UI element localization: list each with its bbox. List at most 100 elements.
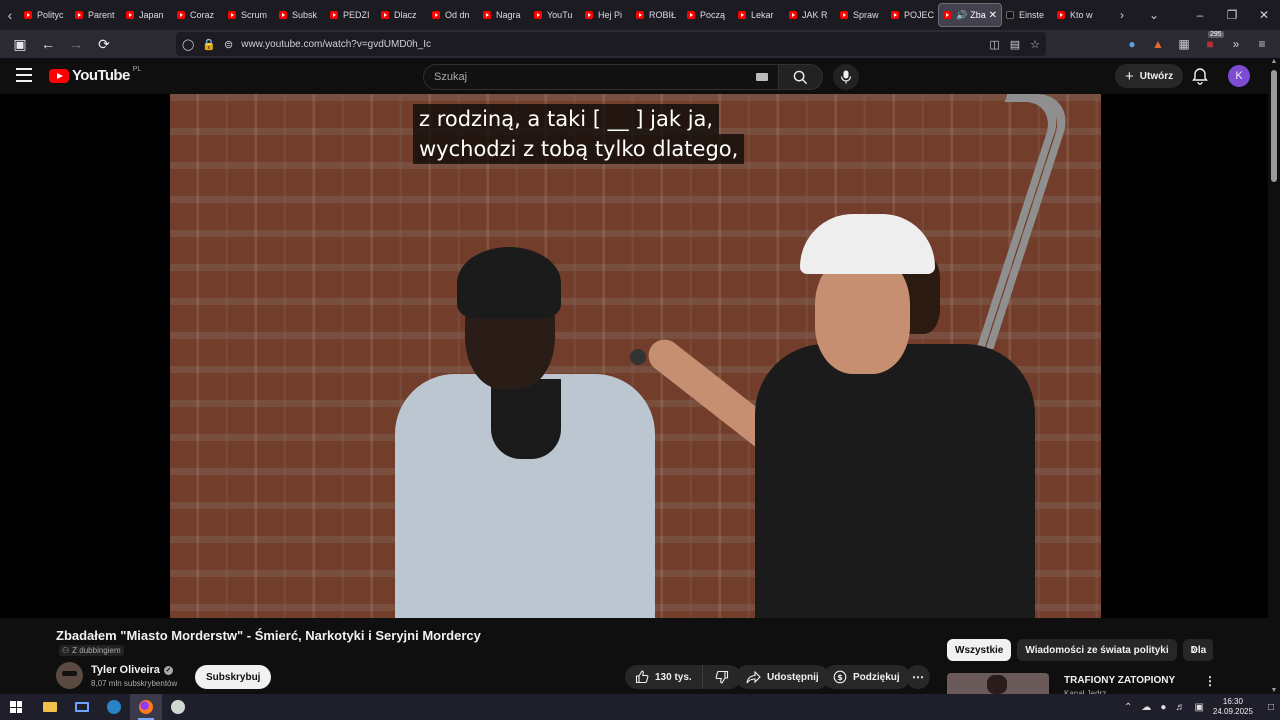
extensions-puzzle-icon[interactable]: ▦ — [1176, 37, 1192, 51]
browser-tab[interactable]: Parent — [71, 3, 122, 27]
taskbar-file-explorer[interactable] — [34, 694, 66, 720]
filter-chip[interactable]: Wszystkie — [947, 639, 1012, 661]
browser-tab[interactable]: YouTu — [530, 3, 581, 27]
search-box[interactable] — [423, 64, 779, 90]
browser-tab-active[interactable]: 🔊 Zba ✕ — [938, 3, 1002, 27]
browser-tab[interactable]: Od dn — [428, 3, 479, 27]
subscribe-button[interactable]: Subskrybuj — [195, 665, 272, 689]
filter-chip[interactable]: Dla — [1182, 639, 1213, 661]
back-button[interactable]: ← — [36, 32, 60, 56]
notifications-bell-icon[interactable] — [1191, 67, 1209, 85]
recommended-video-title[interactable]: TRAFIONY ZATOPIONY — [1064, 675, 1175, 686]
closed-captions[interactable]: z rodziną, a taki [ __ ] jak ja, wychodz… — [413, 104, 745, 164]
chips-next-arrow-icon[interactable]: › — [1192, 642, 1196, 656]
scrollbar-thumb[interactable] — [1271, 70, 1277, 182]
sidebar-toggle-icon[interactable]: ▣ — [8, 32, 32, 56]
browser-tab[interactable]: JAK R — [785, 3, 836, 27]
microphone-tray-icon[interactable]: ● — [1160, 702, 1166, 713]
browser-tab[interactable]: Polityc — [20, 3, 71, 27]
cloud-icon[interactable]: ☁ — [1141, 702, 1151, 713]
notifications-icon[interactable]: □ — [1268, 702, 1274, 713]
vpn-extension-icon[interactable]: ● — [1124, 37, 1140, 51]
browser-tab[interactable]: Japan — [122, 3, 173, 27]
browser-tab[interactable]: Spraw — [836, 3, 887, 27]
search-button[interactable] — [779, 64, 823, 90]
volume-icon[interactable]: ♬ — [1175, 702, 1185, 713]
video-frame[interactable]: z rodziną, a taki [ __ ] jak ja, wychodz… — [170, 94, 1101, 618]
app-menu-icon[interactable]: ≡ — [1254, 37, 1270, 51]
tab-list: Polityc Parent Japan Coraz Scrum Subsk PEDZI Dl… — [20, 0, 1106, 30]
browser-tab[interactable]: Subsk — [275, 3, 326, 27]
fox-extension-icon[interactable]: ▲ — [1150, 37, 1166, 51]
recommended-video-thumbnail[interactable] — [947, 673, 1049, 694]
url-text[interactable]: www.youtube.com/watch?v=gvdUMD0h_Ic — [241, 39, 431, 50]
channel-name[interactable]: Tyler Oliveira — [91, 664, 160, 676]
tab-scroll-left-button[interactable]: ‹ — [0, 0, 20, 30]
browser-tab[interactable]: ROBIŁ — [632, 3, 683, 27]
more-actions-button[interactable]: ⋯ — [906, 665, 930, 689]
guide-menu-icon[interactable] — [16, 68, 32, 82]
audio-playing-icon[interactable]: 🔊 — [956, 10, 967, 21]
browser-tab[interactable]: Lekar — [734, 3, 785, 27]
tray-overflow-chevron-icon[interactable]: ⌃ — [1124, 702, 1132, 713]
tab-label: Scrum — [241, 10, 268, 20]
permissions-icon[interactable]: ⊜ — [224, 38, 233, 51]
taskbar-remote-desktop[interactable] — [66, 694, 98, 720]
youtube-logo[interactable]: YouTube PL — [49, 66, 141, 84]
thanks-label: Podziękuj — [853, 671, 900, 683]
browser-tab[interactable]: Hej Pi — [581, 3, 632, 27]
steam-icon — [107, 700, 121, 714]
lock-icon[interactable]: 🔒 — [202, 38, 216, 51]
account-avatar[interactable]: K — [1228, 65, 1250, 87]
youtube-icon — [789, 11, 797, 19]
scroll-down-arrow-icon[interactable]: ▼ — [1270, 687, 1278, 694]
create-button[interactable]: + Utwórz — [1115, 64, 1184, 88]
thanks-button[interactable]: $ Podziękuj — [823, 665, 910, 689]
reload-button[interactable]: ⟳ — [92, 32, 116, 56]
filter-chip[interactable]: Wiadomości ze świata polityki — [1017, 639, 1177, 661]
browser-tab[interactable]: Scrum — [224, 3, 275, 27]
keyboard-icon[interactable] — [756, 73, 768, 81]
start-button[interactable] — [0, 694, 32, 720]
ublock-extension-icon[interactable]: ■ 295 — [1202, 31, 1224, 51]
tab-scroll-right-button[interactable]: › — [1106, 8, 1138, 22]
maximize-button[interactable]: ❐ — [1216, 8, 1248, 22]
tab-close-icon[interactable]: ✕ — [989, 10, 997, 21]
taskbar-firefox[interactable] — [130, 694, 162, 720]
picture-in-picture-icon[interactable]: ◫ — [989, 38, 999, 51]
page-scrollbar[interactable]: ▲ ▼ — [1268, 58, 1280, 694]
taskbar-steam[interactable] — [98, 694, 130, 720]
browser-tab[interactable]: Dlacz — [377, 3, 428, 27]
channel-avatar[interactable] — [56, 662, 83, 689]
search-input[interactable] — [434, 71, 756, 83]
browser-tab[interactable]: Kto w — [1053, 3, 1104, 27]
clock-time: 16:30 — [1222, 697, 1243, 706]
browser-tab[interactable]: Nagra — [479, 3, 530, 27]
youtube-icon — [943, 11, 951, 19]
overflow-chevron-icon[interactable]: » — [1228, 37, 1244, 51]
window-close-button[interactable]: ✕ — [1248, 8, 1280, 22]
share-button[interactable]: Udostępnij — [736, 665, 829, 689]
network-icon[interactable]: ▣ — [1194, 702, 1203, 713]
taskbar-clock[interactable]: 16:30 24.09.2025 — [1213, 697, 1253, 717]
bookmark-star-icon[interactable]: ☆ — [1030, 38, 1040, 51]
like-button[interactable]: 130 tys. — [625, 665, 703, 689]
browser-tab[interactable]: Coraz — [173, 3, 224, 27]
recommended-video-menu-icon[interactable]: ⋮ — [1204, 674, 1216, 688]
browser-tab[interactable]: PEDZI — [326, 3, 377, 27]
scroll-up-arrow-icon[interactable]: ▲ — [1270, 58, 1278, 65]
browser-tab[interactable]: Począ — [683, 3, 734, 27]
browser-tab[interactable]: Einste — [1002, 3, 1053, 27]
video-player[interactable]: z rodziną, a taki [ __ ] jak ja, wychodz… — [0, 94, 1268, 618]
forward-button[interactable]: → — [64, 32, 88, 56]
browser-tab[interactable]: POJEC — [887, 3, 938, 27]
channel-name-link[interactable]: Tyler Oliveira ✓ — [91, 664, 173, 676]
dislike-button[interactable] — [703, 665, 741, 689]
list-all-tabs-button[interactable]: ⌄ — [1138, 8, 1170, 22]
taskbar-app[interactable] — [162, 694, 194, 720]
reader-view-icon[interactable]: ▤ — [1010, 38, 1020, 51]
voice-search-button[interactable] — [833, 64, 859, 90]
address-bar[interactable]: ◯ 🔒 ⊜ www.youtube.com/watch?v=gvdUMD0h_I… — [176, 32, 1046, 56]
shield-icon[interactable]: ◯ — [182, 38, 194, 51]
minimize-button[interactable]: – — [1184, 8, 1216, 22]
